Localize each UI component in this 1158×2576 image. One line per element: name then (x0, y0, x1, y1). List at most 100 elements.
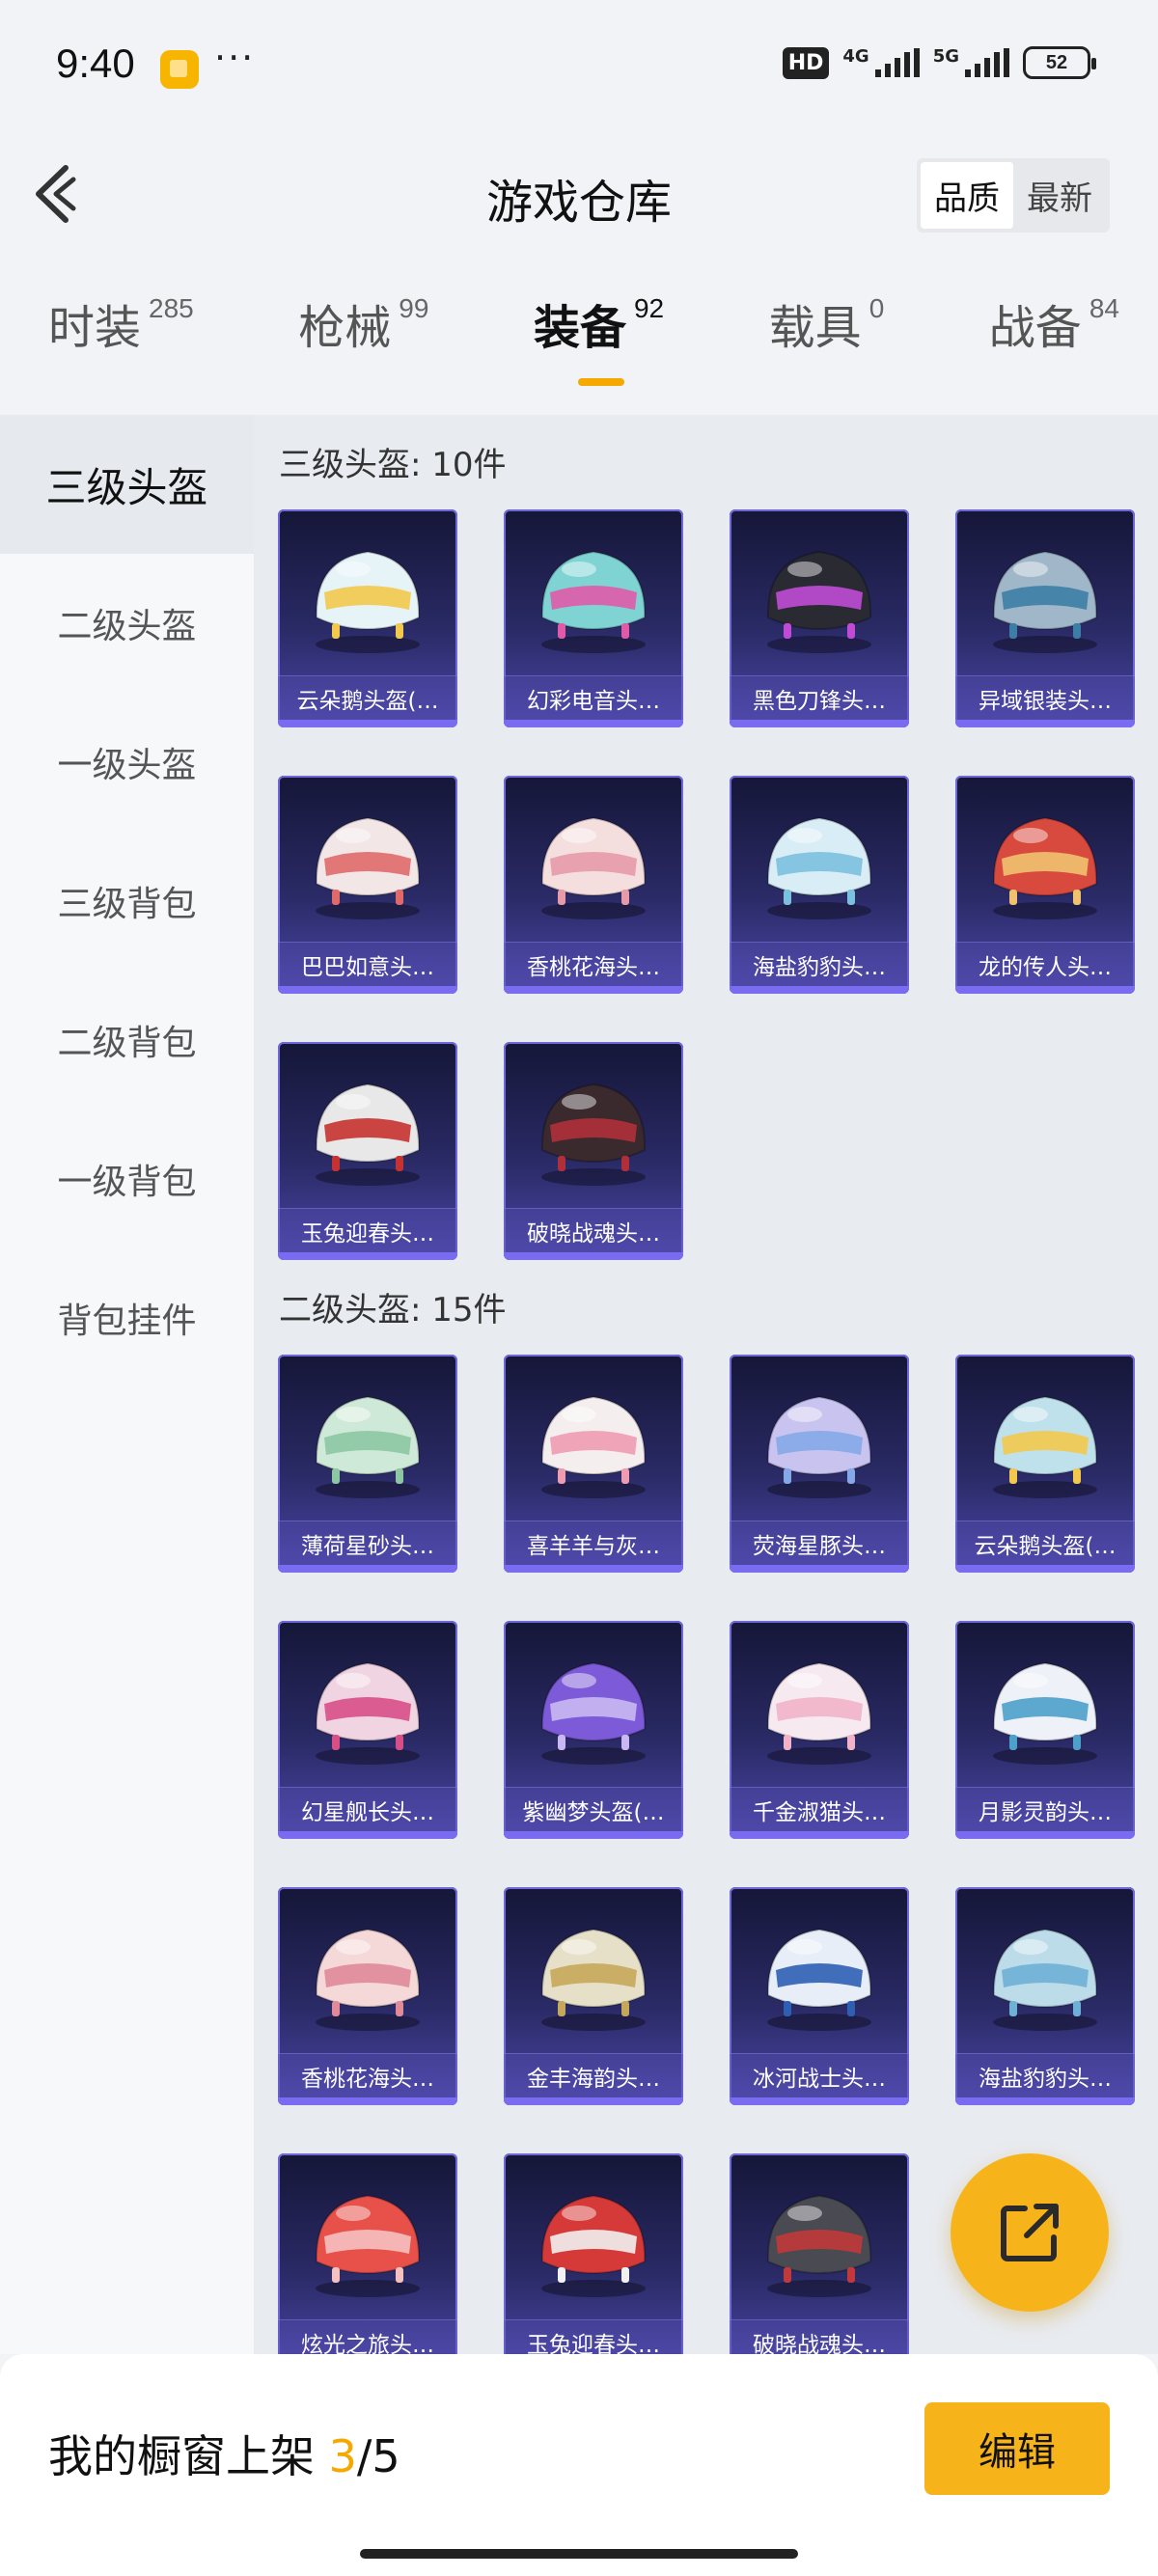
spiked-helmet-icon (540, 1082, 647, 1186)
item-name: 海盐豹豹头… (730, 942, 909, 986)
item-list: 三级头盔: 10件 云朵鹅头盔(… 幻彩电音头… 黑色刀锋头… 异域银装头… 巴巴如意头… (254, 415, 1158, 2354)
item-name: 云朵鹅头盔(… (278, 675, 457, 720)
status-time: 9:40 (56, 41, 135, 86)
item-grid: 云朵鹅头盔(… 幻彩电音头… 黑色刀锋头… 异域银装头… 巴巴如意头… 香桃花海头… 海盐豹… (278, 509, 1135, 1260)
golden-helmet-icon (540, 1928, 647, 2031)
tab-fashion[interactable]: 时装 285 (48, 289, 194, 415)
signal-icon (874, 48, 920, 77)
item-name: 千金淑猫头… (730, 1787, 909, 1831)
category-tabs: 时装 285 枪械 99 装备 92 载具 0 战备 84 (0, 289, 1158, 415)
item-card[interactable]: 玉兔迎春头… (278, 1042, 457, 1260)
item-name: 炫光之旅头… (278, 2319, 457, 2354)
item-card[interactable]: 金丰海韵头… (504, 1887, 683, 2105)
share-button[interactable] (951, 2153, 1109, 2312)
item-card[interactable]: 荧海星豚头… (730, 1355, 909, 1573)
item-name: 海盐豹豹头… (955, 2053, 1135, 2097)
item-name: 异域银装头… (955, 675, 1135, 720)
rabbit-helmet-icon (315, 1082, 421, 1186)
sidebar-item-level3-helmet[interactable]: 三级头盔 (0, 415, 254, 554)
home-indicator[interactable] (360, 2549, 798, 2559)
sidebar-item-level2-backpack[interactable]: 二级背包 (0, 971, 254, 1110)
battery-icon: 52 (1023, 46, 1096, 79)
journey-helmet-icon (315, 2194, 421, 2297)
sort-newest-button[interactable]: 最新 (1013, 162, 1106, 229)
item-card[interactable]: 巴巴如意头… (278, 776, 457, 994)
item-name: 破晓战魂头… (730, 2319, 909, 2354)
item-card[interactable]: 海盐豹豹头… (730, 776, 909, 994)
sidebar-item-level3-backpack[interactable]: 三级背包 (0, 832, 254, 971)
item-card[interactable]: 香桃花海头… (278, 1887, 457, 2105)
item-name: 香桃花海头… (504, 942, 683, 986)
tab-count: 0 (868, 293, 885, 323)
item-name: 玉兔迎春头… (504, 2319, 683, 2354)
goose-helmet-icon (992, 1395, 1098, 1498)
glacier-helmet-icon (766, 1928, 872, 2031)
sort-toggle: 品质 最新 (917, 158, 1110, 233)
captain-helmet-icon (315, 1661, 421, 1765)
tab-supplies[interactable]: 战备 84 (989, 289, 1119, 415)
item-card[interactable]: 冰河战士头… (730, 1887, 909, 2105)
item-card[interactable]: 香桃花海头… (504, 776, 683, 994)
sidebar-item-level1-backpack[interactable]: 一级背包 (0, 1110, 254, 1248)
item-card[interactable]: 破晓战魂头… (730, 2153, 909, 2354)
leopard-helmet-icon (766, 816, 872, 919)
more-notifications-icon: ··· (214, 37, 256, 79)
item-name: 紫幽梦头盔(… (504, 1787, 683, 1831)
peach-helmet-icon (315, 1928, 421, 2031)
item-name: 破晓战魂头… (504, 1208, 683, 1252)
tab-label: 枪械 (298, 301, 392, 355)
item-name: 荧海星豚头… (730, 1521, 909, 1565)
back-button[interactable] (29, 160, 87, 228)
showcase-total-count: /5 (356, 2430, 400, 2482)
ruyi-helmet-icon (315, 816, 421, 919)
item-card[interactable]: 幻星舰长头… (278, 1621, 457, 1839)
edit-button[interactable]: 编辑 (924, 2402, 1110, 2495)
sidebar-item-backpack-charm[interactable]: 背包挂件 (0, 1248, 254, 1387)
tab-label: 装备 (533, 301, 626, 355)
dream-helmet-icon (540, 1661, 647, 1765)
showcase-current-count: 3 (328, 2430, 357, 2482)
item-name: 幻星舰长头… (278, 1787, 457, 1831)
showcase-label: 我的橱窗上架 (48, 2430, 315, 2482)
item-name: 幻彩电音头… (504, 675, 683, 720)
sidebar-item-level2-helmet[interactable]: 二级头盔 (0, 554, 254, 693)
back-arrow-icon (36, 165, 76, 223)
dolphin-helmet-icon (766, 1395, 872, 1498)
tab-vehicles[interactable]: 载具 0 (769, 289, 885, 415)
showcase-status: 我的橱窗上架 3/5 (48, 2422, 400, 2485)
status-bar: 9:40 ··· HD 4G 5G 52 (0, 0, 1158, 135)
tab-weapons[interactable]: 枪械 99 (298, 289, 428, 415)
item-card[interactable]: 喜羊羊与灰… (504, 1355, 683, 1573)
cat-helmet-icon (766, 1661, 872, 1765)
sidebar-item-level1-helmet[interactable]: 一级头盔 (0, 693, 254, 832)
tab-label: 时装 (48, 301, 142, 355)
item-card[interactable]: 薄荷星砂头… (278, 1355, 457, 1573)
sort-quality-button[interactable]: 品质 (921, 162, 1013, 229)
item-card[interactable]: 玉兔迎春头… (504, 2153, 683, 2354)
tab-count: 84 (1089, 293, 1119, 323)
item-card[interactable]: 炫光之旅头… (278, 2153, 457, 2354)
goose-helmet-icon (315, 550, 421, 653)
tab-label: 战备 (988, 301, 1082, 355)
item-card[interactable]: 破晓战魂头… (504, 1042, 683, 1260)
network-4g-label: 4G (842, 46, 869, 67)
item-card[interactable]: 异域银装头… (955, 509, 1135, 727)
item-card[interactable]: 龙的传人头… (955, 776, 1135, 994)
share-icon (1001, 2204, 1059, 2261)
network-5g-label: 5G (932, 46, 959, 67)
rabbit-helmet-icon (540, 2194, 647, 2297)
item-card[interactable]: 幻彩电音头… (504, 509, 683, 727)
section-title: 二级头盔: 15件 (279, 1291, 507, 1329)
item-card[interactable]: 黑色刀锋头… (730, 509, 909, 727)
item-card[interactable]: 海盐豹豹头… (955, 1887, 1135, 2105)
spiked-helmet-icon (766, 2194, 872, 2297)
tab-equipment[interactable]: 装备 92 (534, 289, 664, 415)
item-card[interactable]: 云朵鹅头盔(… (955, 1355, 1135, 1573)
item-card[interactable]: 月影灵韵头… (955, 1621, 1135, 1839)
hd-badge: HD (782, 46, 830, 79)
item-card[interactable]: 云朵鹅头盔(… (278, 509, 457, 727)
item-card[interactable]: 紫幽梦头盔(… (504, 1621, 683, 1839)
dragon-helmet-icon (992, 816, 1098, 919)
status-indicators: HD 4G 5G 52 (782, 46, 1096, 79)
item-card[interactable]: 千金淑猫头… (730, 1621, 909, 1839)
